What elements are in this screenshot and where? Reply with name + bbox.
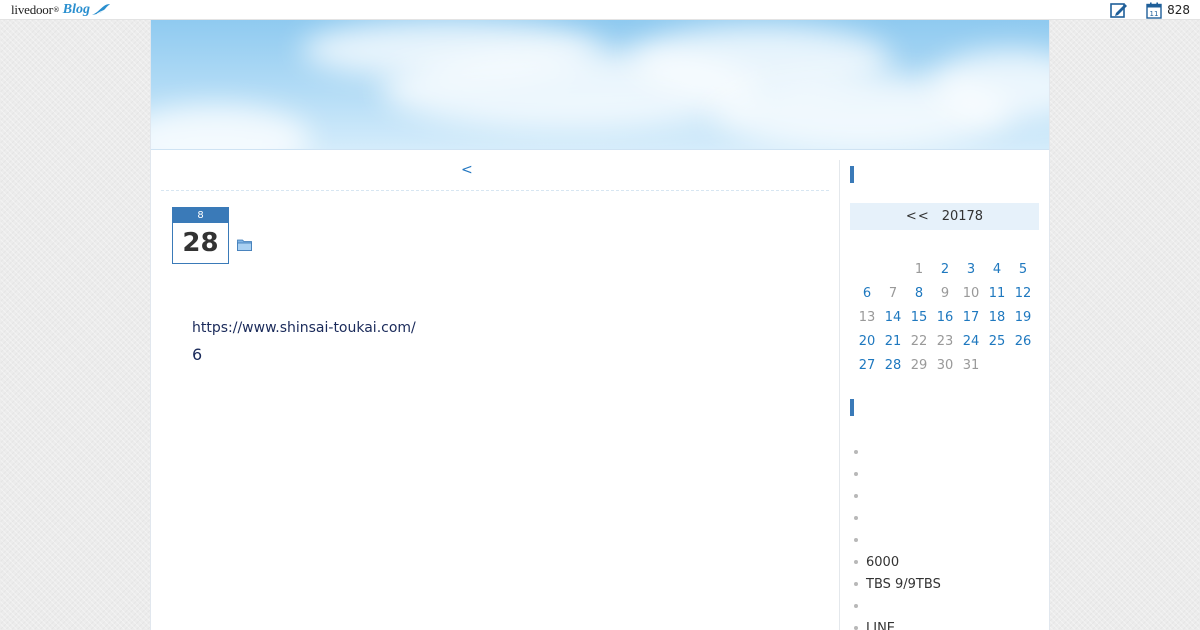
bullet-icon bbox=[854, 516, 858, 520]
recent-heading-marker bbox=[850, 399, 854, 416]
calendar-day[interactable]: 25 bbox=[984, 330, 1010, 354]
bullet-icon bbox=[854, 560, 858, 564]
calendar-day: 23 bbox=[936, 334, 954, 349]
calendar-day: 13 bbox=[858, 310, 876, 325]
blog-container: < 8 28 https://www.shinsai-toukai.com/ 6… bbox=[150, 20, 1050, 630]
list-item[interactable] bbox=[850, 441, 1040, 463]
calendar-empty-cell bbox=[854, 258, 880, 282]
bullet-icon bbox=[854, 538, 858, 542]
list-item[interactable]: 6000 bbox=[850, 551, 1040, 573]
calendar-day[interactable]: 20 bbox=[854, 330, 880, 354]
calendar-day[interactable]: 11 bbox=[984, 282, 1010, 306]
bullet-icon bbox=[854, 604, 858, 608]
list-item[interactable] bbox=[850, 595, 1040, 617]
folder-icon[interactable] bbox=[237, 238, 252, 255]
calendar-day[interactable]: 18 bbox=[984, 306, 1010, 330]
bullet-icon bbox=[854, 626, 858, 630]
calendar-day[interactable]: 6 bbox=[854, 282, 880, 306]
calendar-day[interactable]: 19 bbox=[1010, 306, 1036, 330]
article-link[interactable]: https://www.shinsai-toukai.com/ bbox=[192, 320, 416, 336]
bullet-icon bbox=[854, 494, 858, 498]
calendar-week-row: 20 21 22 23 24 25 26 bbox=[854, 330, 1036, 354]
calendar-day[interactable]: 2 bbox=[932, 258, 958, 282]
top-bar: livedoor ® Blog 11 828 bbox=[0, 0, 1200, 20]
calendar-icon[interactable]: 11 bbox=[1146, 2, 1162, 19]
calendar-header: << 20178 bbox=[850, 203, 1039, 230]
calendar-day[interactable]: 3 bbox=[958, 258, 984, 282]
calendar-heading-marker bbox=[850, 166, 854, 183]
bullet-icon bbox=[854, 450, 858, 454]
topbar-tools: 11 828 bbox=[1110, 1, 1190, 19]
svg-text:11: 11 bbox=[1150, 10, 1159, 18]
calendar-week-row: 13 14 15 16 17 18 19 bbox=[854, 306, 1036, 330]
calendar-empty-cell bbox=[984, 354, 1010, 378]
bullet-icon bbox=[854, 582, 858, 586]
calendar-day: 9 bbox=[940, 286, 950, 301]
livedoor-blog-logo[interactable]: livedoor ® Blog bbox=[11, 1, 111, 19]
prev-entry-link[interactable]: < bbox=[461, 162, 473, 178]
calendar-day: 29 bbox=[910, 358, 928, 373]
calendar-day[interactable]: 26 bbox=[1010, 330, 1036, 354]
calendar-count: 828 bbox=[1167, 3, 1190, 17]
calendar-day: 30 bbox=[936, 358, 954, 373]
list-item[interactable]: TBS 9/9TBS bbox=[850, 573, 1040, 595]
entry-date-month: 8 bbox=[173, 208, 228, 223]
calendar-empty-cell bbox=[1010, 354, 1036, 378]
calendar-day: 1 bbox=[914, 262, 924, 277]
list-item[interactable] bbox=[850, 529, 1040, 551]
article-body-text: 6 bbox=[192, 345, 203, 364]
recent-entries-list: 6000 TBS 9/9TBS LINE bbox=[850, 441, 1040, 630]
calendar-week-row: 12345 bbox=[854, 258, 1036, 282]
edit-icon[interactable] bbox=[1110, 2, 1128, 19]
list-item[interactable] bbox=[850, 485, 1040, 507]
calendar-day[interactable]: 16 bbox=[932, 306, 958, 330]
calendar-day[interactable]: 24 bbox=[958, 330, 984, 354]
logo-text: livedoor bbox=[11, 2, 53, 17]
recent-entry-link[interactable]: TBS 9/9TBS bbox=[866, 577, 941, 592]
entry-date-day: 28 bbox=[182, 228, 219, 258]
calendar-day[interactable]: 5 bbox=[1010, 258, 1036, 282]
calendar-day[interactable]: 14 bbox=[880, 306, 906, 330]
calendar-month-label: 20178 bbox=[941, 209, 984, 224]
calendar-day[interactable]: 12 bbox=[1010, 282, 1036, 306]
calendar-day[interactable]: 4 bbox=[984, 258, 1010, 282]
recent-entry-link[interactable]: LINE bbox=[866, 621, 895, 630]
calendar-day[interactable]: 15 bbox=[906, 306, 932, 330]
calendar-day[interactable]: 17 bbox=[958, 306, 984, 330]
calendar-day[interactable]: 8 bbox=[906, 282, 932, 306]
calendar-empty-cell bbox=[880, 258, 906, 282]
calendar-week-row: 27 28 29 30 31 bbox=[854, 354, 1036, 378]
logo-registered-mark: ® bbox=[52, 6, 60, 14]
calendar-day[interactable]: 27 bbox=[854, 354, 880, 378]
calendar-prev-month[interactable]: << bbox=[906, 209, 930, 224]
sidebar-divider bbox=[839, 160, 840, 630]
calendar-day: 7 bbox=[888, 286, 898, 301]
recent-entry-link[interactable]: 6000 bbox=[866, 555, 899, 570]
calendar-day: 10 bbox=[962, 286, 980, 301]
bullet-icon bbox=[854, 472, 858, 476]
list-item[interactable] bbox=[850, 463, 1040, 485]
list-item[interactable]: LINE bbox=[850, 617, 1040, 630]
calendar-day: 22 bbox=[910, 334, 928, 349]
list-item[interactable] bbox=[850, 507, 1040, 529]
bird-icon bbox=[91, 4, 110, 15]
calendar-week-row: 6 7 8 9 10 11 12 bbox=[854, 282, 1036, 306]
calendar-day: 31 bbox=[962, 358, 980, 373]
divider bbox=[161, 190, 829, 191]
calendar-day[interactable]: 28 bbox=[880, 354, 906, 378]
calendar-day[interactable]: 21 bbox=[880, 330, 906, 354]
logo-blog-text: Blog bbox=[62, 2, 90, 17]
entry-date: 8 28 bbox=[172, 207, 229, 264]
header-banner[interactable] bbox=[151, 20, 1049, 150]
calendar-grid: 1 2 3 4 5 6 7 8 9 10 11 12 13 14 15 16 17 18 19 20 21 22 23 24 2… bbox=[854, 258, 1036, 378]
